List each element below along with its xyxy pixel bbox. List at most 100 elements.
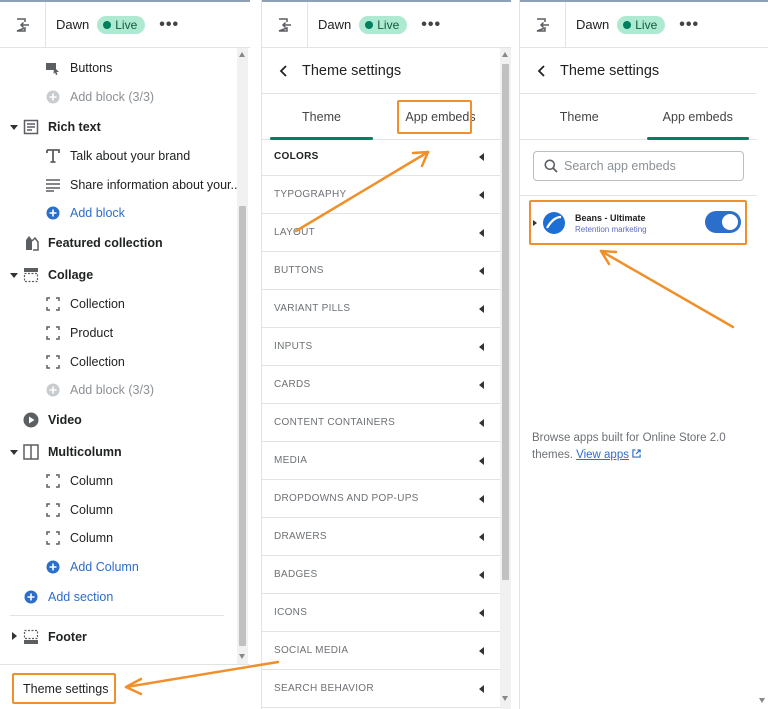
add-block-disabled-2: Add block (3/3) [44,382,154,398]
live-badge: Live [617,15,666,34]
section-label: Collage [48,268,94,282]
section-video[interactable]: Video [22,412,82,428]
setting-label: DRAWERS [274,531,327,542]
scroll-thumb[interactable] [239,206,246,646]
tab-app-embeds[interactable]: App embeds [639,94,758,140]
block-talk-about-brand[interactable]: Talk about your brand [44,148,190,164]
collapse-collage-icon[interactable] [10,273,18,278]
exit-button[interactable] [0,1,46,48]
view-apps-link[interactable]: View apps [576,449,629,461]
text-section-icon [22,119,40,135]
block-share-information[interactable]: Share information about your... [44,177,241,193]
section-rich-text[interactable]: Rich text [22,119,101,135]
setting-label: TYPOGRAPHY [274,189,347,200]
scroll-down-arrow-icon[interactable] [502,696,508,701]
play-circle-icon [22,412,40,428]
block-buttons[interactable]: Buttons [44,60,112,76]
setting-row[interactable]: DROPDOWNS AND POP-UPS [262,480,500,518]
add-block-rich-text[interactable]: Add block [44,205,125,221]
block-collection-2[interactable]: Collection [44,354,125,370]
section-label: Footer [48,630,87,644]
block-column-3[interactable]: Column [44,530,113,546]
live-dot-icon [103,20,112,29]
plus-circle-icon [44,382,62,398]
block-product[interactable]: Product [44,325,113,341]
dashed-frame-icon [44,354,62,370]
block-label: Column [70,503,114,517]
expand-caret-icon [479,533,484,541]
section-label: Video [48,413,82,427]
setting-label: VARIANT PILLS [274,303,351,314]
block-label: Column [70,474,114,488]
dashed-frame-icon [44,296,62,312]
expand-caret-icon [479,229,484,237]
add-block-disabled-1: Add block (3/3) [44,89,154,105]
scroll-up-arrow-icon[interactable] [502,52,508,57]
setting-row[interactable]: COLORS [262,138,500,176]
block-column-2[interactable]: Column [44,502,113,518]
setting-label: SOCIAL MEDIA [274,645,349,656]
setting-row[interactable]: LAYOUT [262,214,500,252]
expand-caret-icon [479,609,484,617]
scroll-thumb[interactable] [502,64,509,580]
collection-tag-icon [22,235,40,251]
tab-theme[interactable]: Theme [520,94,639,139]
setting-row[interactable]: CARDS [262,366,500,404]
block-column-1[interactable]: Column [44,473,113,489]
browse-text: Browse apps built for Online Store 2.0 t… [532,432,726,461]
sections-scrollbar[interactable] [237,48,248,709]
back-arrow-icon[interactable] [276,64,292,78]
setting-row[interactable]: BADGES [262,556,500,594]
setting-row[interactable]: CONTENT CONTAINERS [262,404,500,442]
setting-row[interactable]: BUTTONS [262,252,500,290]
dashed-frame-icon [44,502,62,518]
exit-button[interactable] [520,1,566,48]
block-collection-1[interactable]: Collection [44,296,125,312]
browse-apps-text: Browse apps built for Online Store 2.0 t… [532,430,747,464]
settings-scrollbar[interactable] [500,48,511,709]
expand-footer-icon[interactable] [12,632,17,640]
store-name: Dawn [56,17,90,32]
more-actions-button[interactable]: ••• [159,16,179,34]
app-embeds-panel: Dawn Live ••• Theme settings Theme App e… [519,0,768,709]
embeds-scrollbar[interactable] [757,48,768,709]
setting-row[interactable]: DRAWERS [262,518,500,556]
search-input[interactable] [564,159,734,173]
add-column-button[interactable]: Add Column [44,559,139,575]
search-app-embeds[interactable] [533,151,744,181]
tab-theme[interactable]: Theme [262,94,381,140]
plus-circle-icon [44,89,62,105]
back-arrow-icon[interactable] [534,64,550,78]
live-dot-icon [623,20,632,29]
external-link-icon[interactable] [632,449,641,458]
section-multicolumn[interactable]: Multicolumn [22,444,122,460]
setting-row[interactable]: TYPOGRAPHY [262,176,500,214]
plus-circle-icon [44,205,62,221]
scroll-up-arrow-icon[interactable] [239,52,245,57]
section-label: Multicolumn [48,445,122,459]
setting-row[interactable]: SOCIAL MEDIA [262,632,500,670]
collapse-rich-text-icon[interactable] [10,125,18,130]
setting-row[interactable]: ICONS [262,594,500,632]
setting-row[interactable]: SEARCH BEHAVIOR [262,670,500,708]
section-footer[interactable]: Footer [22,629,87,645]
expand-caret-icon [479,153,484,161]
embeds-title: Theme settings [560,62,660,79]
setting-row[interactable]: MEDIA [262,442,500,480]
section-featured-collection[interactable]: Featured collection [22,235,163,251]
add-section-button[interactable]: Add section [22,589,113,605]
exit-icon [16,17,29,32]
setting-label: SEARCH BEHAVIOR [274,683,374,694]
scroll-down-arrow-icon[interactable] [239,654,245,659]
more-actions-button[interactable]: ••• [421,16,441,34]
dashed-frame-icon [44,473,62,489]
collapse-multicolumn-icon[interactable] [10,450,18,455]
scroll-down-arrow-icon[interactable] [759,698,765,703]
setting-row[interactable]: INPUTS [262,328,500,366]
more-actions-button[interactable]: ••• [679,16,699,34]
dashed-frame-icon [44,530,62,546]
add-label: Add block (3/3) [70,90,155,104]
setting-row[interactable]: VARIANT PILLS [262,290,500,328]
exit-button[interactable] [262,1,308,48]
section-collage[interactable]: Collage [22,267,93,283]
